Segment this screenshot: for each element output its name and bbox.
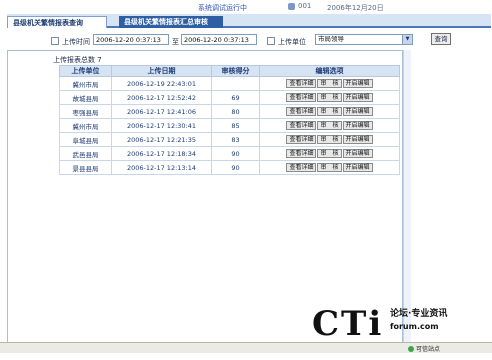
view-detail-button[interactable]: 查看详细 xyxy=(286,79,317,88)
tab-report-query[interactable]: 县级机关繁情报表查询 xyxy=(7,16,107,28)
view-detail-button[interactable]: 查看详细 xyxy=(286,121,317,130)
review-button[interactable]: 审 核 xyxy=(317,135,342,144)
report-table: 上传单位 上传日期 审核得分 编辑选项 冀州市局 2006-12-19 22:4… xyxy=(59,65,400,175)
to-label: 至 xyxy=(172,38,179,46)
row-unit-link[interactable]: 故城县局 xyxy=(59,90,112,105)
review-button[interactable]: 审 核 xyxy=(317,93,342,102)
row-score: 90 xyxy=(211,160,260,175)
row-unit-link[interactable]: 阜城县局 xyxy=(59,132,112,147)
row-date: 2006-12-17 12:21:35 xyxy=(111,132,212,147)
upload-unit-selected: 市局领导 xyxy=(318,35,344,43)
report-total-label: 上传报表总数 xyxy=(53,56,95,64)
vertical-scrollbar[interactable] xyxy=(403,50,411,350)
upload-time-to-input[interactable]: 2006-12-20 0:37:13 xyxy=(181,34,257,45)
row-score: 83 xyxy=(211,132,260,147)
chevron-down-icon[interactable]: ▼ xyxy=(402,35,412,44)
row-actions: 查看详细 审 核 开启编辑 xyxy=(259,90,400,105)
enable-edit-button[interactable]: 开启编辑 xyxy=(342,149,373,158)
enable-edit-button[interactable]: 开启编辑 xyxy=(342,79,373,88)
row-date: 2006-12-17 12:18:34 xyxy=(111,146,212,161)
row-score: 69 xyxy=(211,90,260,105)
upload-time-label: 上传时间 xyxy=(62,38,90,46)
enable-edit-button[interactable]: 开启编辑 xyxy=(342,163,373,172)
row-unit-link[interactable]: 枣强县局 xyxy=(59,104,112,119)
row-date: 2006-12-19 22:43:01 xyxy=(111,76,212,91)
table-row: 枣强县局 2006-12-17 12:41:06 80 查看详细 审 核 开启编… xyxy=(59,104,400,119)
row-score xyxy=(211,76,260,91)
review-button[interactable]: 审 核 xyxy=(317,107,342,116)
tab-bar: 县级机关繁情报表查询 县级机关繁情报表汇总审核 xyxy=(7,14,491,28)
row-actions: 查看详细 审 核 开启编辑 xyxy=(259,132,400,147)
trusted-zone-indicator: 可信站点 xyxy=(408,344,440,353)
filter-bar: 上传时间 2006-12-20 0:37:13 至 2006-12-20 0:3… xyxy=(7,28,491,50)
enable-edit-button[interactable]: 开启编辑 xyxy=(342,93,373,102)
row-unit-link[interactable]: 武邑县局 xyxy=(59,146,112,161)
enable-edit-button[interactable]: 开启编辑 xyxy=(342,135,373,144)
top-bar: 系统调试运行中 001 2006年12月20日 xyxy=(0,0,492,14)
upload-unit-select[interactable]: 市局领导 ▼ xyxy=(315,34,413,45)
user-id: 001 xyxy=(298,2,312,10)
table-row: 故城县局 2006-12-17 12:52:42 69 查看详细 审 核 开启编… xyxy=(59,90,400,105)
row-actions: 查看详细 审 核 开启编辑 xyxy=(259,104,400,119)
watermark-url: forum.com xyxy=(390,322,439,331)
report-total: 上传报表总数 7 xyxy=(53,55,102,65)
upload-time-from-input[interactable]: 2006-12-20 0:37:13 xyxy=(93,34,169,45)
view-detail-button[interactable]: 查看详细 xyxy=(286,107,317,116)
view-detail-button[interactable]: 查看详细 xyxy=(286,135,317,144)
table-row: 景县县局 2006-12-17 12:13:14 90 查看详细 审 核 开启编… xyxy=(59,160,400,175)
row-date: 2006-12-17 12:41:06 xyxy=(111,104,212,119)
cti-logo: CTi xyxy=(312,304,384,344)
tab-report-summary-review[interactable]: 县级机关繁情报表汇总审核 xyxy=(119,16,223,28)
system-status-title: 系统调试运行中 xyxy=(198,4,247,12)
enable-edit-button[interactable]: 开启编辑 xyxy=(342,121,373,130)
table-row: 冀州市局 2006-12-17 12:30:41 85 查看详细 审 核 开启编… xyxy=(59,118,400,133)
row-unit-link[interactable]: 冀州市局 xyxy=(59,118,112,133)
row-date: 2006-12-17 12:13:14 xyxy=(111,160,212,175)
report-total-count: 7 xyxy=(97,56,102,64)
upload-unit-checkbox[interactable] xyxy=(267,37,275,45)
table-row: 冀州市局 2006-12-19 22:43:01 查看详细 审 核 开启编辑 xyxy=(59,76,400,91)
check-icon xyxy=(408,345,414,352)
row-unit-link[interactable]: 冀州市局 xyxy=(59,76,112,91)
table-header-row: 上传单位 上传日期 审核得分 编辑选项 xyxy=(59,65,400,77)
review-button[interactable]: 审 核 xyxy=(317,121,342,130)
column-header-actions: 编辑选项 xyxy=(259,65,400,77)
user-info: 001 xyxy=(288,2,311,10)
row-actions: 查看详细 审 核 开启编辑 xyxy=(259,146,400,161)
view-detail-button[interactable]: 查看详细 xyxy=(286,163,317,172)
row-score: 90 xyxy=(211,146,260,161)
table-row: 阜城县局 2006-12-17 12:21:35 83 查看详细 审 核 开启编… xyxy=(59,132,400,147)
current-date: 2006年12月20日 xyxy=(327,4,384,12)
row-date: 2006-12-17 12:30:41 xyxy=(111,118,212,133)
row-unit-link[interactable]: 景县县局 xyxy=(59,160,112,175)
row-actions: 查看详细 审 核 开启编辑 xyxy=(259,160,400,175)
row-score: 85 xyxy=(211,118,260,133)
view-detail-button[interactable]: 查看详细 xyxy=(286,149,317,158)
row-score: 80 xyxy=(211,104,260,119)
trusted-zone-label: 可信站点 xyxy=(416,346,441,353)
enable-edit-button[interactable]: 开启编辑 xyxy=(342,107,373,116)
view-detail-button[interactable]: 查看详细 xyxy=(286,93,317,102)
table-row: 武邑县局 2006-12-17 12:18:34 90 查看详细 审 核 开启编… xyxy=(59,146,400,161)
row-date: 2006-12-17 12:52:42 xyxy=(111,90,212,105)
review-button[interactable]: 审 核 xyxy=(317,79,342,88)
review-button[interactable]: 审 核 xyxy=(317,149,342,158)
browser-status-bar: 可信站点 xyxy=(0,342,492,353)
user-icon xyxy=(288,2,295,10)
watermark-tagline: 论坛·专业资讯 xyxy=(390,309,448,319)
column-header-unit: 上传单位 xyxy=(59,65,112,77)
row-actions: 查看详细 审 核 开启编辑 xyxy=(259,76,400,91)
column-header-date: 上传日期 xyxy=(111,65,212,77)
upload-unit-label: 上传单位 xyxy=(278,38,306,46)
column-header-score: 审核得分 xyxy=(211,65,260,77)
row-actions: 查看详细 审 核 开启编辑 xyxy=(259,118,400,133)
query-button[interactable]: 查询 xyxy=(431,33,451,45)
review-button[interactable]: 审 核 xyxy=(317,163,342,172)
upload-time-checkbox[interactable] xyxy=(51,37,59,45)
